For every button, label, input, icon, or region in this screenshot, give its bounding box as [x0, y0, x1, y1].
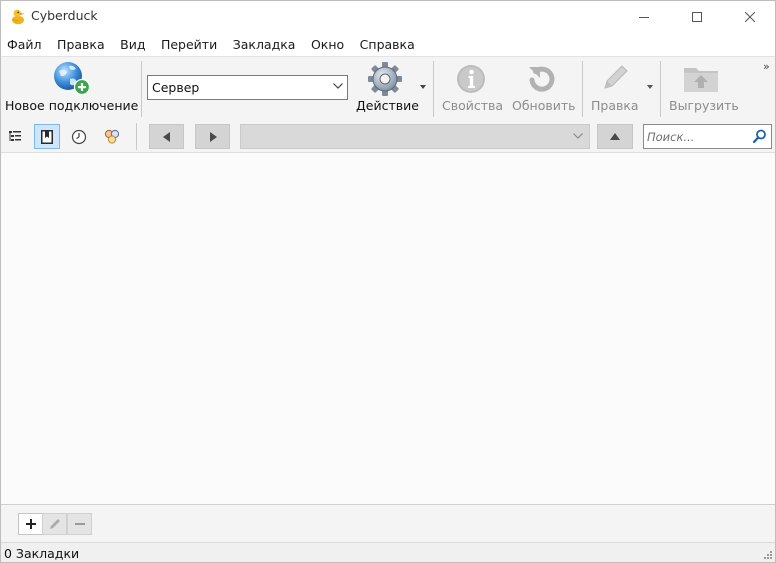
- menu-window[interactable]: Окно: [311, 37, 344, 52]
- plus-icon: [25, 519, 36, 529]
- refresh-button[interactable]: Обновить: [509, 57, 577, 119]
- info-icon: [457, 65, 485, 93]
- bookmark-list[interactable]: [1, 153, 775, 504]
- gear-icon: [368, 62, 402, 96]
- toolbar-separator: [660, 61, 661, 117]
- arrow-left-icon: [162, 131, 170, 142]
- tree-list-icon: [9, 130, 21, 141]
- globe-add-icon: [54, 62, 91, 96]
- chevron-down-icon: [333, 83, 343, 89]
- pencil-icon: [49, 519, 60, 529]
- upload-button[interactable]: Выгрузить: [665, 57, 741, 119]
- menu-help[interactable]: Справка: [360, 37, 415, 52]
- minimize-button[interactable]: [621, 1, 667, 32]
- refresh-label: Обновить: [512, 98, 576, 113]
- action-button[interactable]: Действие: [353, 57, 429, 119]
- toolbar-separator: [582, 61, 583, 117]
- action-dropdown-icon: [420, 85, 426, 89]
- edit-dropdown-icon: [647, 85, 653, 89]
- properties-button[interactable]: Свойства: [439, 57, 505, 119]
- path-select[interactable]: [240, 124, 590, 149]
- minimize-icon: [639, 16, 649, 18]
- history-view-toggle[interactable]: [66, 124, 92, 149]
- title-bar: Cyberduck: [1, 1, 775, 32]
- add-bookmark-button[interactable]: [18, 513, 43, 535]
- menu-bar: Файл Правка Вид Перейти Закладка Окно Сп…: [1, 32, 775, 56]
- refresh-icon: [529, 66, 555, 92]
- arrow-right-icon: [209, 131, 217, 142]
- bookmark-action-bar: [1, 504, 775, 542]
- nav-separator: [136, 123, 137, 150]
- bookmark-book-icon: [41, 129, 53, 144]
- new-connection-label: Новое подключение: [5, 98, 139, 113]
- forward-button[interactable]: [195, 124, 230, 149]
- toolbar-separator: [433, 61, 434, 117]
- resize-grip-icon[interactable]: [763, 550, 773, 560]
- search-input[interactable]: [647, 128, 747, 145]
- browser-view-toggle[interactable]: [2, 124, 28, 149]
- search-field[interactable]: [643, 124, 772, 149]
- bonjour-view-toggle[interactable]: [99, 124, 125, 149]
- window-title: Cyberduck: [31, 8, 98, 23]
- menu-edit[interactable]: Правка: [57, 37, 105, 52]
- close-button[interactable]: [727, 1, 773, 32]
- upload-folder-icon: [684, 68, 718, 92]
- chevron-down-icon: [573, 133, 583, 139]
- server-select-value: Сервер: [152, 80, 200, 95]
- navigation-bar: [1, 120, 775, 153]
- menu-file[interactable]: Файл: [7, 37, 42, 52]
- toolbar-overflow-chevron[interactable]: »: [763, 60, 770, 73]
- menu-go[interactable]: Перейти: [161, 37, 217, 52]
- delete-bookmark-button[interactable]: [67, 513, 92, 535]
- status-bar: 0 Закладки: [1, 542, 775, 562]
- server-select[interactable]: Сервер: [147, 75, 348, 100]
- maximize-icon: [692, 11, 702, 22]
- menu-bookmark[interactable]: Закладка: [233, 37, 296, 52]
- back-button[interactable]: [149, 124, 184, 149]
- pencil-icon: [604, 65, 628, 89]
- minus-icon: [74, 523, 85, 525]
- bonjour-icon: [104, 129, 120, 144]
- edit-button[interactable]: Правка: [587, 57, 657, 119]
- toolbar-separator: [141, 61, 142, 117]
- edit-bookmark-button[interactable]: [42, 513, 67, 535]
- cyberduck-logo-icon: [12, 9, 25, 25]
- upload-label: Выгрузить: [669, 98, 739, 113]
- bookmark-count-status: 0 Закладки: [4, 546, 80, 561]
- maximize-button[interactable]: [674, 1, 720, 32]
- app-window: Cyberduck Файл Правка Вид Перейти Заклад…: [0, 0, 776, 563]
- clock-icon: [71, 129, 87, 144]
- search-icon: [753, 129, 766, 144]
- menu-view[interactable]: Вид: [120, 37, 145, 52]
- bookmarks-view-toggle[interactable]: [34, 124, 60, 149]
- parent-directory-button[interactable]: [597, 124, 633, 149]
- new-connection-button[interactable]: Новое подключение: [3, 57, 139, 119]
- arrow-up-icon: [610, 132, 620, 140]
- properties-label: Свойства: [442, 98, 504, 113]
- edit-label: Правка: [591, 98, 639, 113]
- action-label: Действие: [356, 98, 419, 113]
- close-icon: [745, 11, 755, 22]
- main-toolbar: Новое подключение Сервер Действие Свойст…: [1, 56, 775, 120]
